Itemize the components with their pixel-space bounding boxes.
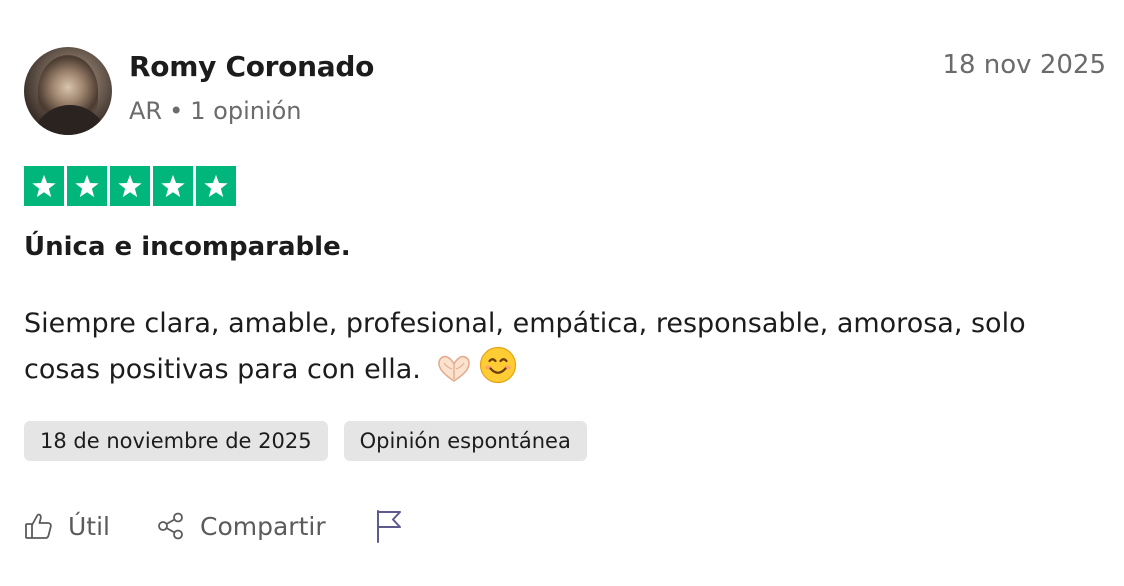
reviewer-country: AR (129, 97, 163, 125)
share-label: Compartir (200, 511, 326, 541)
smiling-face-emoji (479, 346, 517, 398)
star-rating (24, 166, 236, 206)
reviewer-review-count[interactable]: 1 opinión (190, 97, 301, 125)
star-icon (153, 166, 193, 206)
useful-button[interactable]: Útil (24, 511, 110, 541)
review-card: Romy Coronado AR • 1 opinión 18 nov 2025 Ú… (0, 0, 1124, 586)
star-icon (196, 166, 236, 206)
report-button[interactable] (374, 508, 404, 544)
flag-icon (374, 508, 404, 544)
share-button[interactable]: Compartir (156, 511, 326, 541)
review-tags: 18 de noviembre de 2025 Opinión espontán… (24, 421, 587, 461)
star-icon (24, 166, 64, 206)
star-icon (67, 166, 107, 206)
review-date: 18 nov 2025 (942, 50, 1106, 80)
star-icon (110, 166, 150, 206)
reviewer-name[interactable]: Romy Coronado (129, 50, 374, 83)
reviewer-meta: AR • 1 opinión (129, 97, 302, 125)
review-body-text: Siempre clara, amable, profesional, empá… (24, 308, 1026, 385)
tag-experience-date: 18 de noviembre de 2025 (24, 421, 328, 461)
review-body: Siempre clara, amable, profesional, empá… (24, 302, 1084, 398)
share-icon (156, 511, 186, 541)
useful-label: Útil (68, 511, 110, 541)
review-title: Única e incomparable. (24, 232, 351, 262)
tag-review-type[interactable]: Opinión espontánea (343, 421, 587, 461)
heart-hands-emoji (435, 352, 473, 398)
review-actions: Útil Compartir (24, 508, 404, 544)
thumbs-up-icon (24, 511, 54, 541)
meta-separator: • (169, 97, 184, 125)
avatar[interactable] (24, 47, 112, 135)
